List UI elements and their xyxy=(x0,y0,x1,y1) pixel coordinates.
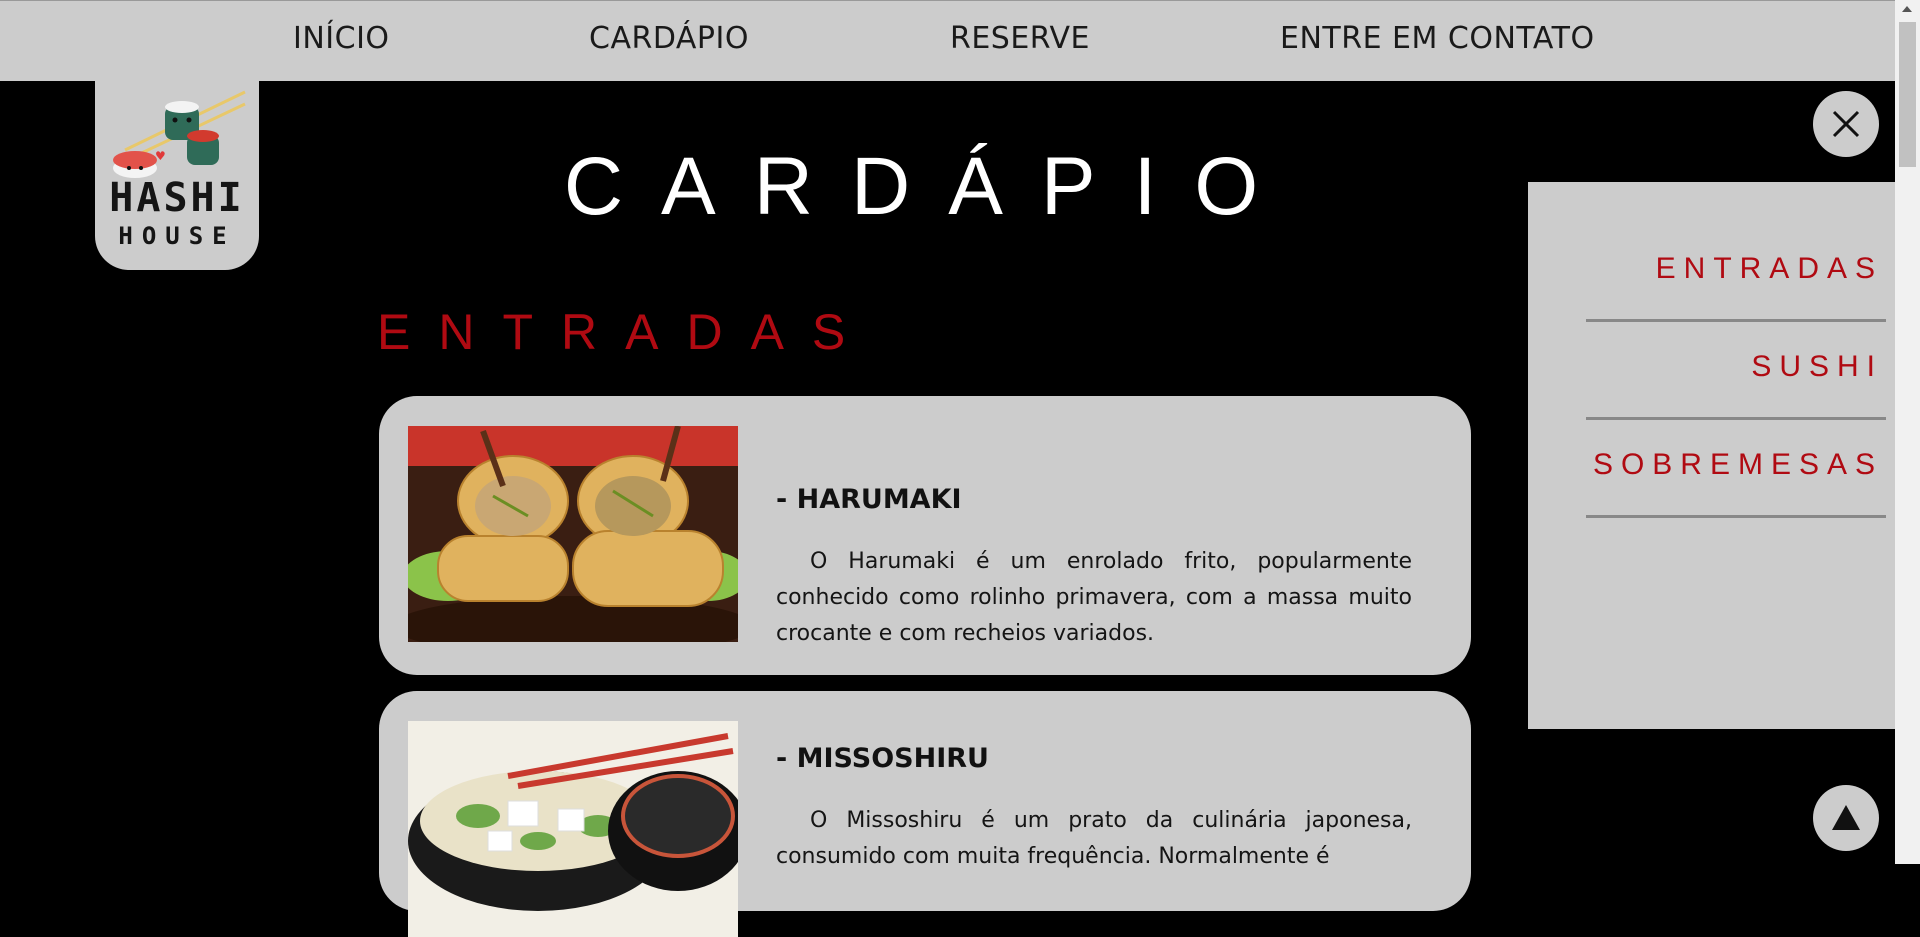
missoshiru-image xyxy=(408,721,738,937)
divider xyxy=(1586,319,1886,322)
top-navigation: INÍCIO CARDÁPIO RESERVE ENTRE EM CONTATO xyxy=(0,0,1895,81)
side-menu-sushi[interactable]: SUSHI xyxy=(1751,350,1883,384)
menu-item-description: O Missoshiru é um prato da culinária jap… xyxy=(776,808,1412,869)
nav-reserve[interactable]: RESERVE xyxy=(950,21,1090,56)
nav-contato[interactable]: ENTRE EM CONTATO xyxy=(1280,21,1595,56)
menu-item-card: - MISSOSHIRU O Missoshiru é um prato da … xyxy=(379,691,1471,937)
divider xyxy=(1586,515,1886,518)
nav-inicio[interactable]: INÍCIO xyxy=(293,21,390,56)
menu-item-card: - HARUMAKI O Harumaki é um enrolado frit… xyxy=(379,396,1471,675)
back-to-top-button[interactable] xyxy=(1813,785,1879,851)
side-menu-sobremesas[interactable]: SOBREMESAS xyxy=(1593,448,1883,482)
hashi-house-logo[interactable]: ♥ HASHI HOUSE xyxy=(95,80,259,270)
sushi-mascot-icon: ♥ xyxy=(113,90,246,178)
side-menu-entradas[interactable]: ENTRADAS xyxy=(1656,252,1883,286)
svg-text:♥: ♥ xyxy=(155,149,166,163)
close-icon xyxy=(1832,110,1860,138)
harumaki-image xyxy=(408,426,738,642)
menu-item-description: O Harumaki é um enrolado frito, popularm… xyxy=(776,549,1412,646)
divider xyxy=(1586,417,1886,420)
menu-item-name: - MISSOSHIRU xyxy=(776,743,989,774)
arrow-up-icon xyxy=(1832,805,1860,830)
logo-text-line1: HASHI xyxy=(109,175,245,221)
scrollbar-thumb[interactable] xyxy=(1899,22,1916,167)
nav-cardapio[interactable]: CARDÁPIO xyxy=(589,21,749,56)
section-title-entradas: ENTRADAS xyxy=(377,304,874,360)
page-title: CARDÁPIO xyxy=(563,141,1297,232)
logo-text-line2: HOUSE xyxy=(118,222,236,250)
scroll-up-arrow-icon[interactable] xyxy=(1902,6,1912,12)
close-menu-button[interactable] xyxy=(1813,91,1879,157)
scrollbar[interactable] xyxy=(1895,0,1920,864)
menu-item-name: - HARUMAKI xyxy=(776,484,962,515)
category-side-menu: ENTRADAS SUSHI SOBREMESAS xyxy=(1528,182,1895,729)
